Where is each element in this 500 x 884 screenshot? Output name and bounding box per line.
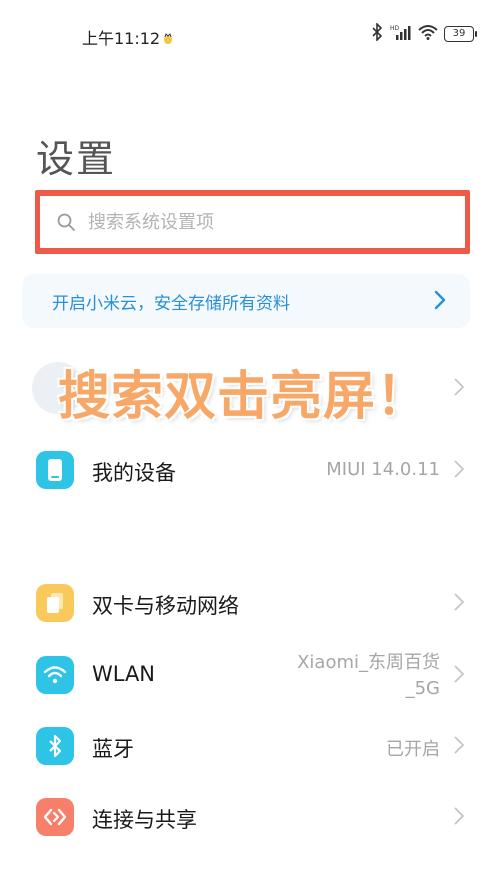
promo-overlay-text: 搜索双击亮屏！ bbox=[58, 367, 430, 427]
notification-icon bbox=[162, 30, 174, 44]
connection-share-icon bbox=[36, 798, 74, 836]
battery-icon: 39 bbox=[444, 26, 477, 42]
chevron-right-icon bbox=[454, 460, 465, 482]
sim-card-icon bbox=[36, 584, 74, 622]
status-bar: 上午11:12 HD 39 bbox=[0, 0, 500, 70]
cloud-banner-text: 开启小米云，安全存储所有资料 bbox=[52, 293, 290, 314]
wifi-status-icon bbox=[418, 24, 438, 44]
wlan-network-name: Xiaomi_东周百货 bbox=[297, 652, 440, 673]
chevron-right-icon bbox=[454, 807, 465, 829]
mi-cloud-banner[interactable]: 开启小米云，安全存储所有资料 bbox=[22, 274, 470, 328]
settings-item-label: WLAN bbox=[92, 662, 156, 686]
chevron-right-icon bbox=[454, 665, 465, 687]
status-icons: HD 39 bbox=[370, 22, 477, 46]
settings-item-label: 我的设备 bbox=[92, 461, 176, 485]
signal-icon: HD bbox=[390, 24, 412, 44]
search-input[interactable] bbox=[86, 210, 410, 234]
bluetooth-icon bbox=[36, 727, 74, 765]
wifi-icon bbox=[36, 656, 74, 694]
settings-item-connection-sharing[interactable]: 连接与共享 bbox=[0, 788, 500, 848]
chevron-right-icon bbox=[434, 290, 446, 314]
chevron-right-icon bbox=[454, 378, 465, 400]
settings-item-value: MIUI 14.0.11 bbox=[326, 459, 440, 480]
settings-item-value: Xiaomi_东周百货 _5G bbox=[297, 650, 440, 702]
settings-item-dual-sim[interactable]: 双卡与移动网络 bbox=[0, 574, 500, 634]
svg-text:HD: HD bbox=[390, 25, 400, 32]
settings-item-value: 已开启 bbox=[386, 739, 440, 760]
settings-item-label: 双卡与移动网络 bbox=[92, 594, 239, 618]
status-time: 上午11:12 bbox=[82, 25, 174, 49]
page-title: 设置 bbox=[36, 137, 117, 181]
settings-item-my-device[interactable]: 我的设备 MIUI 14.0.11 bbox=[0, 441, 500, 501]
phone-icon bbox=[36, 451, 74, 489]
chevron-right-icon bbox=[454, 593, 465, 615]
search-bar[interactable] bbox=[40, 196, 465, 248]
bluetooth-status-icon bbox=[370, 22, 384, 45]
chevron-right-icon bbox=[454, 736, 465, 758]
search-icon bbox=[57, 213, 75, 231]
search-highlight-box bbox=[35, 190, 470, 254]
settings-item-bluetooth[interactable]: 蓝牙 已开启 bbox=[0, 717, 500, 777]
settings-item-label: 连接与共享 bbox=[92, 808, 197, 832]
wlan-network-name-cont: _5G bbox=[405, 678, 440, 699]
settings-item-wlan[interactable]: WLAN Xiaomi_东周百货 _5G bbox=[0, 646, 500, 706]
settings-item-label: 蓝牙 bbox=[92, 737, 134, 761]
